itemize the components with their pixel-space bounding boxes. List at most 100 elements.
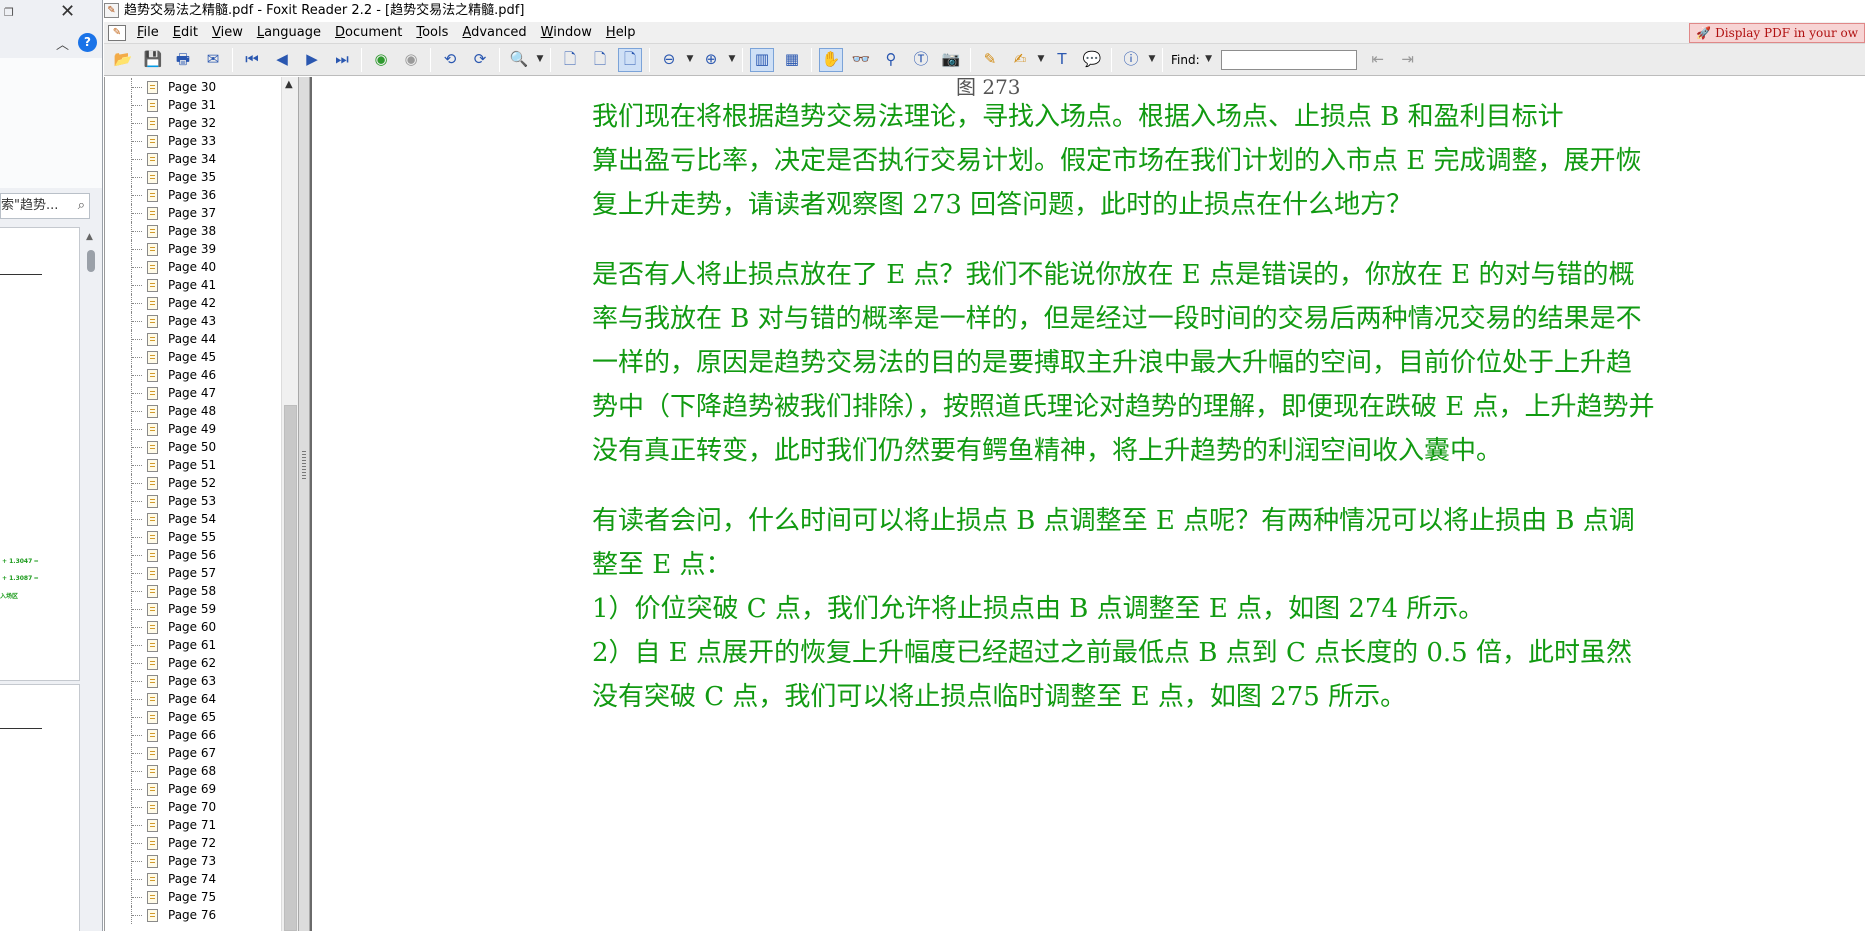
- page-thumbnail[interactable]: + 1.3047 ═ + 1.3087 ═ 入场区: [0, 227, 80, 681]
- restore-icon[interactable]: ❐: [4, 6, 16, 19]
- bookmark-item[interactable]: Page 38: [105, 222, 283, 240]
- actual-size-icon[interactable]: 🗋: [558, 48, 582, 72]
- zoom-in-icon[interactable]: ⊕: [699, 48, 723, 72]
- bookmark-item[interactable]: Page 48: [105, 402, 283, 420]
- info-icon[interactable]: ⓘ: [1119, 48, 1143, 72]
- menu-help[interactable]: Help: [599, 22, 643, 44]
- menu-window[interactable]: Window: [534, 22, 599, 44]
- bookmark-item[interactable]: Page 55: [105, 528, 283, 546]
- bookmark-item[interactable]: Page 63: [105, 672, 283, 690]
- zoom-out-dropdown-icon[interactable]: ▼: [684, 48, 696, 72]
- email-icon[interactable]: ✉: [201, 48, 225, 72]
- bookmark-item[interactable]: Page 32: [105, 114, 283, 132]
- go-forward-icon[interactable]: ◉: [399, 48, 423, 72]
- comment-icon[interactable]: 💬: [1080, 48, 1104, 72]
- menu-language[interactable]: Language: [250, 22, 328, 44]
- scrollbar[interactable]: ▲: [84, 232, 98, 931]
- bookmark-item[interactable]: Page 61: [105, 636, 283, 654]
- scrollbar-thumb[interactable]: [87, 250, 95, 272]
- info-dropdown-icon[interactable]: ▼: [1146, 48, 1158, 72]
- previous-page-icon[interactable]: ◀: [270, 48, 294, 72]
- bookmark-item[interactable]: Page 46: [105, 366, 283, 384]
- bookmark-item[interactable]: Page 36: [105, 186, 283, 204]
- bookmark-item[interactable]: Page 41: [105, 276, 283, 294]
- bookmark-item[interactable]: Page 70: [105, 798, 283, 816]
- scrollbar-thumb[interactable]: [284, 405, 297, 931]
- find-previous-icon[interactable]: ⇤: [1366, 48, 1390, 72]
- document-icon[interactable]: ✎: [108, 24, 126, 41]
- bookmark-item[interactable]: Page 50: [105, 438, 283, 456]
- bookmark-item[interactable]: Page 64: [105, 690, 283, 708]
- scroll-up-icon[interactable]: ▲: [86, 232, 93, 242]
- bookmark-item[interactable]: Page 60: [105, 618, 283, 636]
- find-next-icon[interactable]: ⇥: [1396, 48, 1420, 72]
- bookmark-item[interactable]: Page 68: [105, 762, 283, 780]
- bookmark-item[interactable]: Page 31: [105, 96, 283, 114]
- typewriter-icon[interactable]: T: [1050, 48, 1074, 72]
- annotation-icon[interactable]: ✎: [978, 48, 1002, 72]
- bookmark-item[interactable]: Page 72: [105, 834, 283, 852]
- bookmark-item[interactable]: Page 40: [105, 258, 283, 276]
- snapshot-icon[interactable]: 📷: [939, 48, 963, 72]
- last-page-icon[interactable]: ⏭: [330, 48, 354, 72]
- menu-edit[interactable]: Edit: [166, 22, 205, 44]
- bookmark-item[interactable]: Page 51: [105, 456, 283, 474]
- next-page-icon[interactable]: ▶: [300, 48, 324, 72]
- bookmark-item[interactable]: Page 65: [105, 708, 283, 726]
- bookmark-item[interactable]: Page 52: [105, 474, 283, 492]
- fit-width-icon[interactable]: 🗋: [618, 47, 642, 72]
- bookmark-item[interactable]: Page 43: [105, 312, 283, 330]
- fit-page-icon[interactable]: 🗋: [588, 48, 612, 72]
- close-icon[interactable]: ✕: [60, 2, 75, 22]
- save-icon[interactable]: 💾: [141, 48, 165, 72]
- zoom-out-icon[interactable]: ⊖: [657, 48, 681, 72]
- zoom-dropdown-icon[interactable]: ▼: [534, 48, 546, 72]
- select-text-icon[interactable]: Ⓣ: [909, 48, 933, 72]
- menu-view[interactable]: View: [205, 22, 250, 44]
- bookmark-item[interactable]: Page 30: [105, 78, 283, 96]
- bookmark-item[interactable]: Page 67: [105, 744, 283, 762]
- bookmark-item[interactable]: Page 47: [105, 384, 283, 402]
- bookmark-item[interactable]: Page 66: [105, 726, 283, 744]
- bookmark-item[interactable]: Page 35: [105, 168, 283, 186]
- panel-splitter[interactable]: [298, 77, 310, 931]
- bookmark-item[interactable]: Page 75: [105, 888, 283, 906]
- bookmark-item[interactable]: Page 49: [105, 420, 283, 438]
- first-page-icon[interactable]: ⏮: [240, 48, 264, 72]
- bookmark-item[interactable]: Page 57: [105, 564, 283, 582]
- zoom-tool-icon[interactable]: 🔍: [507, 48, 531, 72]
- chevron-up-icon[interactable]: ︿: [56, 34, 69, 53]
- find-input[interactable]: [1220, 49, 1357, 70]
- bookmark-item[interactable]: Page 33: [105, 132, 283, 150]
- bookmark-item[interactable]: Page 53: [105, 492, 283, 510]
- menu-advanced[interactable]: Advanced: [455, 22, 533, 44]
- bookmark-item[interactable]: Page 59: [105, 600, 283, 618]
- bookmark-item[interactable]: Page 62: [105, 654, 283, 672]
- rotate-right-icon[interactable]: ⟳: [468, 48, 492, 72]
- search-input[interactable]: 索"趋势... ⌕: [0, 193, 90, 219]
- splitter-grip[interactable]: [302, 451, 306, 481]
- bookmark-item[interactable]: Page 69: [105, 780, 283, 798]
- search-icon[interactable]: ⌕: [78, 194, 85, 218]
- menu-file[interactable]: File: [130, 22, 166, 44]
- bookmarks-scrollbar[interactable]: ▲: [281, 77, 298, 931]
- bookmark-item[interactable]: Page 45: [105, 348, 283, 366]
- bookmark-item[interactable]: Page 44: [105, 330, 283, 348]
- go-back-icon[interactable]: ◉: [369, 48, 393, 72]
- bookmark-item[interactable]: Page 42: [105, 294, 283, 312]
- bookmark-panel-icon[interactable]: ▥: [750, 47, 774, 72]
- bookmark-item[interactable]: Page 74: [105, 870, 283, 888]
- menu-document[interactable]: Document: [328, 22, 409, 44]
- bookmark-item[interactable]: Page 39: [105, 240, 283, 258]
- highlight-dropdown-icon[interactable]: ▼: [1035, 48, 1047, 72]
- bookmark-item[interactable]: Page 76: [105, 906, 283, 924]
- bookmark-item[interactable]: Page 56: [105, 546, 283, 564]
- bookmark-item[interactable]: Page 37: [105, 204, 283, 222]
- ad-banner[interactable]: 🚀 Display PDF in your ow: [1689, 23, 1865, 43]
- print-icon[interactable]: 🖶: [171, 48, 195, 72]
- scroll-up-icon[interactable]: ▲: [285, 79, 293, 90]
- rotate-left-icon[interactable]: ⟲: [438, 48, 462, 72]
- binoculars-icon[interactable]: ⚲: [879, 48, 903, 72]
- document-view[interactable]: 图 273 我们现在将根据趋势交易法理论，寻找入场点。根据入场点、止损点 B 和…: [310, 77, 1865, 931]
- page-thumbnail[interactable]: [0, 684, 80, 931]
